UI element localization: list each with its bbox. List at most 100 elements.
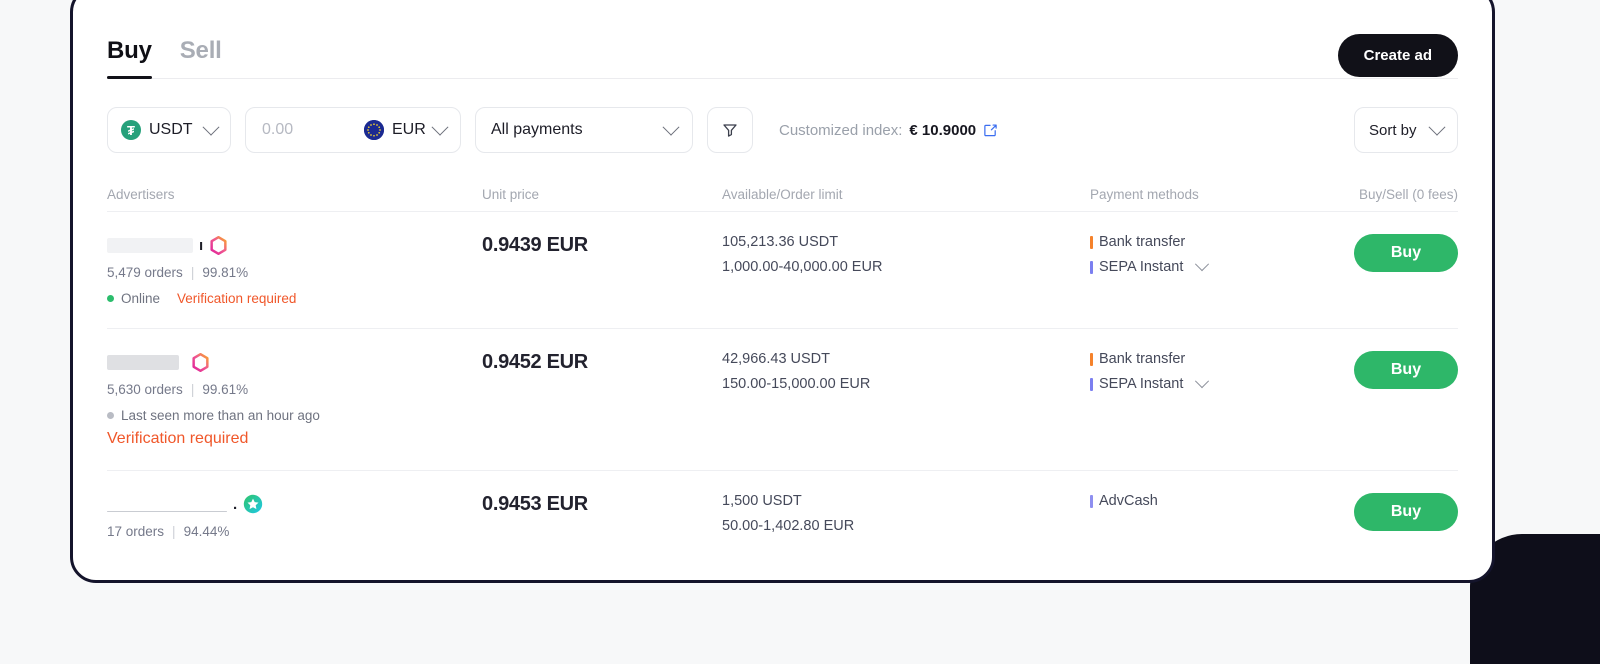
sort-by-label: Sort by xyxy=(1369,121,1417,139)
table-row[interactable]: . 17 orders | 94.44% 0.9453 EUR 1,500 US… xyxy=(107,470,1458,570)
available-amount: 1,500 USDT xyxy=(722,493,802,509)
stat-separator: | xyxy=(190,382,195,397)
payment-method-item: SEPA Instant xyxy=(1090,374,1350,392)
unit-price-cell: 0.9452 EUR xyxy=(482,351,722,374)
order-count: 17 orders xyxy=(107,524,165,539)
tab-buy[interactable]: Buy xyxy=(107,37,152,79)
buy-button[interactable]: Buy xyxy=(1354,351,1458,389)
filter-button[interactable] xyxy=(707,107,753,153)
payment-method-name: Bank transfer xyxy=(1099,351,1186,367)
advertiser-name[interactable] xyxy=(107,351,482,373)
unit-price-cell: 0.9439 EUR xyxy=(482,234,722,257)
column-header-payment-methods: Payment methods xyxy=(1090,187,1199,202)
tabs-row: Buy Sell Create ad xyxy=(107,0,1458,79)
payment-color-marker xyxy=(1090,352,1093,366)
tether-icon: ₮ xyxy=(121,120,141,140)
edit-square-icon[interactable] xyxy=(983,123,998,138)
column-header-unit-price: Unit price xyxy=(482,187,540,202)
payment-method-name: SEPA Instant xyxy=(1099,259,1184,275)
eur-flag-icon xyxy=(364,120,384,140)
payment-methods-cell: AdvCash xyxy=(1090,493,1350,509)
sort-by-select[interactable]: Sort by xyxy=(1354,107,1458,153)
unit-price-value: 0.9439 EUR xyxy=(482,234,588,256)
advertiser-cell: ı 5,479 orders | 99.81% Online Verificat… xyxy=(107,234,482,306)
unit-price-value: 0.9453 EUR xyxy=(482,493,588,515)
advertiser-name-redacted xyxy=(107,237,193,253)
verification-badge: Verification required xyxy=(107,430,249,447)
table-row[interactable]: 5,630 orders | 99.61% Last seen more tha… xyxy=(107,328,1458,470)
advertiser-status: Last seen more than an hour ago xyxy=(107,408,482,423)
payment-method-item: Bank transfer xyxy=(1090,234,1350,250)
order-limit: 50.00-1,402.80 EUR xyxy=(722,518,855,534)
payment-methods-cell: Bank transfer SEPA Instant xyxy=(1090,234,1350,275)
advertiser-stats: 5,630 orders | 99.61% xyxy=(107,382,482,397)
payment-method-item: Bank transfer xyxy=(1090,351,1350,367)
column-header-action: Buy/Sell (0 fees) xyxy=(1358,187,1458,202)
fiat-select-label: EUR xyxy=(392,121,426,138)
chevron-down-icon[interactable] xyxy=(1195,374,1210,389)
verification-badge: Verification required xyxy=(177,291,297,306)
payment-method-label: All payments xyxy=(491,121,583,138)
unit-price-value: 0.9452 EUR xyxy=(482,351,588,373)
table-header: Advertisers Unit price Available/Order l… xyxy=(107,153,1458,211)
offline-status-dot xyxy=(107,412,114,419)
amount-input[interactable] xyxy=(260,120,356,140)
payment-method-item: SEPA Instant xyxy=(1090,257,1350,275)
table-row[interactable]: ı 5,479 orders | 99.81% Online Verificat… xyxy=(107,211,1458,328)
advertiser-cell: . 17 orders | 94.44% xyxy=(107,493,482,539)
payment-methods-cell: Bank transfer SEPA Instant xyxy=(1090,351,1350,392)
advertiser-name[interactable]: ı xyxy=(107,234,482,256)
completion-rate: 94.44% xyxy=(183,524,230,539)
advertiser-name-redacted xyxy=(107,511,227,512)
advertiser-name-redacted xyxy=(107,354,179,370)
payment-method-select[interactable]: All payments xyxy=(475,107,693,153)
trade-tabs: Buy Sell xyxy=(107,37,222,79)
hexagon-badge-icon xyxy=(192,352,209,372)
advertiser-stats: 17 orders | 94.44% xyxy=(107,524,482,539)
star-badge-icon xyxy=(243,494,263,514)
coin-select[interactable]: ₮ USDT xyxy=(107,107,231,153)
column-header-available: Available/Order limit xyxy=(722,187,843,202)
completion-rate: 99.61% xyxy=(202,382,249,397)
advertiser-name-tail: . xyxy=(233,495,238,513)
unit-price-cell: 0.9453 EUR xyxy=(482,493,722,516)
stat-separator: | xyxy=(190,265,195,280)
action-cell: Buy xyxy=(1350,493,1458,531)
advertiser-stats: 5,479 orders | 99.81% xyxy=(107,265,482,280)
stat-separator: | xyxy=(172,524,176,539)
coin-select-label: USDT xyxy=(149,121,193,138)
status-text: Online xyxy=(121,291,161,306)
chevron-down-icon xyxy=(431,118,449,136)
order-count: 5,630 orders xyxy=(107,382,183,397)
action-cell: Buy xyxy=(1350,351,1458,389)
status-text: Last seen more than an hour ago xyxy=(121,408,320,423)
online-status-dot xyxy=(107,295,114,302)
chevron-down-icon[interactable] xyxy=(1195,257,1210,272)
completion-rate: 99.81% xyxy=(202,265,249,280)
payment-color-marker xyxy=(1090,235,1093,249)
payment-color-marker xyxy=(1090,377,1093,391)
customized-index: Customized index: € 10.9000 xyxy=(779,122,998,139)
order-limit: 150.00-15,000.00 EUR xyxy=(722,376,871,392)
funnel-icon xyxy=(723,124,737,137)
amount-box[interactable]: EUR xyxy=(245,107,461,153)
order-count: 5,479 orders xyxy=(107,265,183,280)
available-cell: 1,500 USDT 50.00-1,402.80 EUR xyxy=(722,493,1090,534)
advertiser-status: Online Verification required xyxy=(107,291,482,306)
customized-index-value: € 10.9000 xyxy=(909,121,977,139)
available-amount: 105,213.36 USDT xyxy=(722,234,839,250)
column-header-advertisers: Advertisers xyxy=(107,187,175,202)
hexagon-badge-icon xyxy=(210,235,227,255)
advertiser-name[interactable]: . xyxy=(107,493,482,515)
advertiser-cell: 5,630 orders | 99.61% Last seen more tha… xyxy=(107,351,482,448)
buy-button[interactable]: Buy xyxy=(1354,493,1458,531)
p2p-trading-card: Buy Sell Create ad ₮ USDT 0.00 EUR All p… xyxy=(70,0,1495,583)
payment-method-name: AdvCash xyxy=(1099,493,1158,509)
available-cell: 105,213.36 USDT 1,000.00-40,000.00 EUR xyxy=(722,234,1090,275)
available-cell: 42,966.43 USDT 150.00-15,000.00 EUR xyxy=(722,351,1090,392)
buy-button[interactable]: Buy xyxy=(1354,234,1458,272)
payment-color-marker xyxy=(1090,494,1093,508)
tab-sell[interactable]: Sell xyxy=(180,37,222,79)
create-ad-button[interactable]: Create ad xyxy=(1337,34,1458,77)
action-cell: Buy xyxy=(1350,234,1458,272)
